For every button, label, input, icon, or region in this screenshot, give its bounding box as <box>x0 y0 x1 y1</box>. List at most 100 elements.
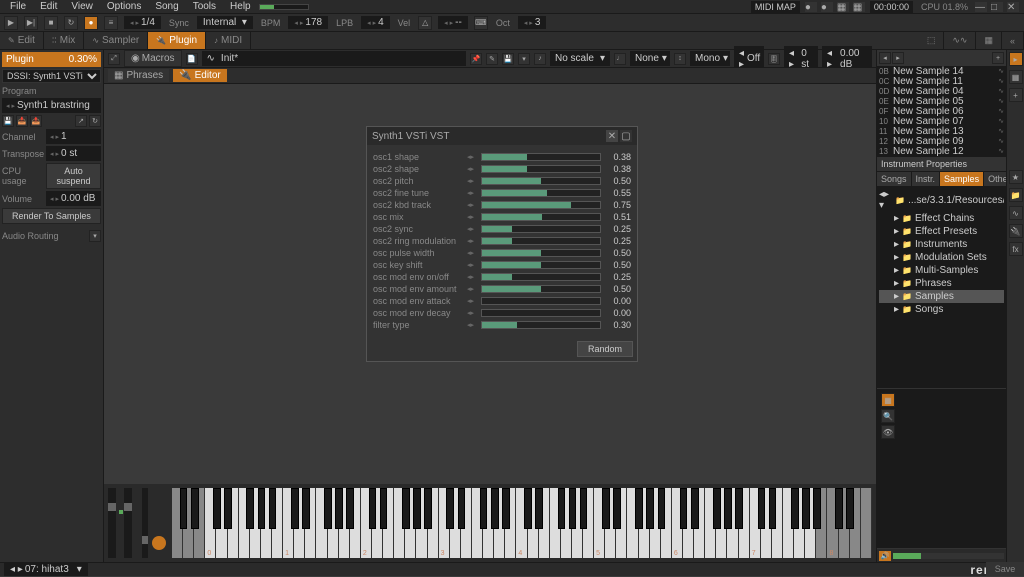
black-key[interactable] <box>535 488 543 529</box>
black-key[interactable] <box>335 488 343 529</box>
black-key[interactable] <box>713 488 721 529</box>
instr-prev-icon[interactable]: ◂ <box>879 52 891 64</box>
expand-icon[interactable]: ⤢ <box>108 53 120 65</box>
ext-editor-icon[interactable]: ↗ <box>75 115 87 127</box>
side-toggle[interactable]: « <box>1002 32 1024 49</box>
black-key[interactable] <box>269 488 277 529</box>
black-key[interactable] <box>758 488 766 529</box>
side-star-icon[interactable]: ★ <box>1009 170 1023 184</box>
preset-value[interactable]: ◂ ▸Synth1 brastring <box>2 98 101 113</box>
note-icon[interactable]: ♪ <box>534 53 546 65</box>
browser-tree[interactable]: ◂▸ ▾📁...se/3.3.1/Resources/Library/▸📁Eff… <box>877 186 1006 388</box>
side-folder-icon[interactable]: 📁 <box>1009 188 1023 202</box>
param-arrows[interactable]: ◂▸ <box>467 165 477 173</box>
black-key[interactable] <box>213 488 221 529</box>
mode-dropdown[interactable]: Mono▾ <box>690 51 730 66</box>
stop-button[interactable]: ■ <box>44 16 58 30</box>
menu-options[interactable]: Options <box>101 0 147 13</box>
param-arrows[interactable]: ◂▸ <box>467 285 477 293</box>
auto-suspend-button[interactable]: Auto suspend <box>46 163 101 189</box>
kb-slider-a[interactable] <box>108 488 116 558</box>
param-arrows[interactable]: ◂▸ <box>467 261 477 269</box>
play-button[interactable]: ▶ <box>4 16 18 30</box>
lpb-value[interactable]: ◂ ▸4 <box>361 16 390 29</box>
import-icon[interactable]: 📥 <box>16 115 28 127</box>
instrument-row[interactable]: 11New Sample 13∿ <box>877 126 1006 136</box>
doc-icon[interactable]: 📄 <box>186 53 198 65</box>
instrument-row[interactable]: 10New Sample 07∿ <box>877 116 1006 126</box>
oct-value[interactable]: ◂ ▸3 <box>518 16 547 29</box>
black-key[interactable] <box>691 488 699 529</box>
keyboard[interactable]: 012345678 <box>172 488 872 558</box>
octave-knob-icon[interactable] <box>152 536 166 550</box>
black-key[interactable] <box>446 488 454 529</box>
maximize-icon[interactable]: □ <box>991 2 1003 12</box>
black-key[interactable] <box>802 488 810 529</box>
black-key[interactable] <box>680 488 688 529</box>
black-key[interactable] <box>413 488 421 529</box>
menu-edit[interactable]: Edit <box>34 0 63 13</box>
key-icon[interactable]: ♩ <box>614 53 626 65</box>
black-key[interactable] <box>380 488 388 529</box>
black-key[interactable] <box>480 488 488 529</box>
black-key[interactable] <box>191 488 199 529</box>
black-key[interactable] <box>724 488 732 529</box>
save-preset-icon[interactable]: 💾 <box>2 115 14 127</box>
instrument-row[interactable]: 0FNew Sample 06∿ <box>877 106 1006 116</box>
plugin-titlebar[interactable]: Synth1 VSTi VST ✕ ▢ <box>367 127 637 145</box>
black-key[interactable] <box>569 488 577 529</box>
channel-value[interactable]: ◂ ▸1 <box>46 129 101 144</box>
menu-help[interactable]: Help <box>224 0 257 13</box>
tree-item[interactable]: ▸📁Effect Chains <box>879 212 1004 225</box>
black-key[interactable] <box>346 488 354 529</box>
side-fx-icon[interactable]: fx <box>1009 242 1023 256</box>
preset-name[interactable]: ∿Init* <box>202 51 466 66</box>
pad-zoom-icon[interactable]: 🔍 <box>881 409 895 423</box>
grid-a-icon[interactable]: ▦ <box>837 2 849 12</box>
browser-tab-instr[interactable]: Instr. <box>912 172 941 186</box>
param-arrows[interactable]: ◂▸ <box>467 321 477 329</box>
save-icon[interactable]: 💾 <box>502 53 514 65</box>
play-pattern-button[interactable]: ▶| <box>24 16 38 30</box>
param-slider[interactable] <box>481 153 601 161</box>
black-key[interactable] <box>424 488 432 529</box>
instrument-row[interactable]: 13New Sample 12∿ <box>877 146 1006 156</box>
macros-button[interactable]: ◉Macros <box>124 50 182 67</box>
instrument-row[interactable]: 0CNew Sample 11∿ <box>877 76 1006 86</box>
param-slider[interactable] <box>481 273 601 281</box>
instrument-row[interactable]: 0ENew Sample 05∿ <box>877 96 1006 106</box>
browser-tab-samples[interactable]: Samples <box>940 172 984 186</box>
editor-button[interactable]: 🔌Editor <box>173 69 227 82</box>
param-slider[interactable] <box>481 261 601 269</box>
param-arrows[interactable]: ◂▸ <box>467 201 477 209</box>
param-arrows[interactable]: ◂▸ <box>467 213 477 221</box>
phrases-button[interactable]: ▦Phrases <box>108 69 169 82</box>
tab-mix[interactable]: ⵂⵂMix <box>44 32 84 49</box>
close-icon[interactable]: ✕ <box>1007 2 1019 12</box>
bpm-value[interactable]: ◂ ▸178 <box>288 16 328 29</box>
tree-item[interactable]: ▸📁Phrases <box>879 277 1004 290</box>
black-key[interactable] <box>835 488 843 529</box>
param-slider[interactable] <box>481 189 601 197</box>
random-button[interactable]: Random <box>577 341 633 357</box>
scale-dropdown[interactable]: No scale▾ <box>550 51 610 66</box>
param-arrows[interactable]: ◂▸ <box>467 177 477 185</box>
param-arrows[interactable]: ◂▸ <box>467 297 477 305</box>
tree-item[interactable]: ▸📁Multi-Samples <box>879 264 1004 277</box>
track-selector[interactable]: ◂ ▸07: hihat3▾ <box>4 563 88 576</box>
black-key[interactable] <box>769 488 777 529</box>
instr-next-icon[interactable]: ▸ <box>892 52 904 64</box>
tab-midi[interactable]: ♪MIDI <box>206 32 251 49</box>
tab-plugin[interactable]: 🔌Plugin <box>148 32 206 49</box>
black-key[interactable] <box>735 488 743 529</box>
param-slider[interactable] <box>481 309 601 317</box>
black-key[interactable] <box>635 488 643 529</box>
edit-icon[interactable]: ✎ <box>486 53 498 65</box>
side-add-icon[interactable]: + <box>1009 88 1023 102</box>
side-instr-icon[interactable]: ▦ <box>1009 70 1023 84</box>
tree-path[interactable]: ◂▸ ▾📁...se/3.3.1/Resources/Library/ <box>879 188 1004 212</box>
instrument-row[interactable]: 0BNew Sample 14∿ <box>877 66 1006 76</box>
view-opt-c[interactable]: ▦ <box>976 32 1002 49</box>
menu-file[interactable]: File <box>4 0 32 13</box>
instrument-row[interactable]: 0DNew Sample 04∿ <box>877 86 1006 96</box>
